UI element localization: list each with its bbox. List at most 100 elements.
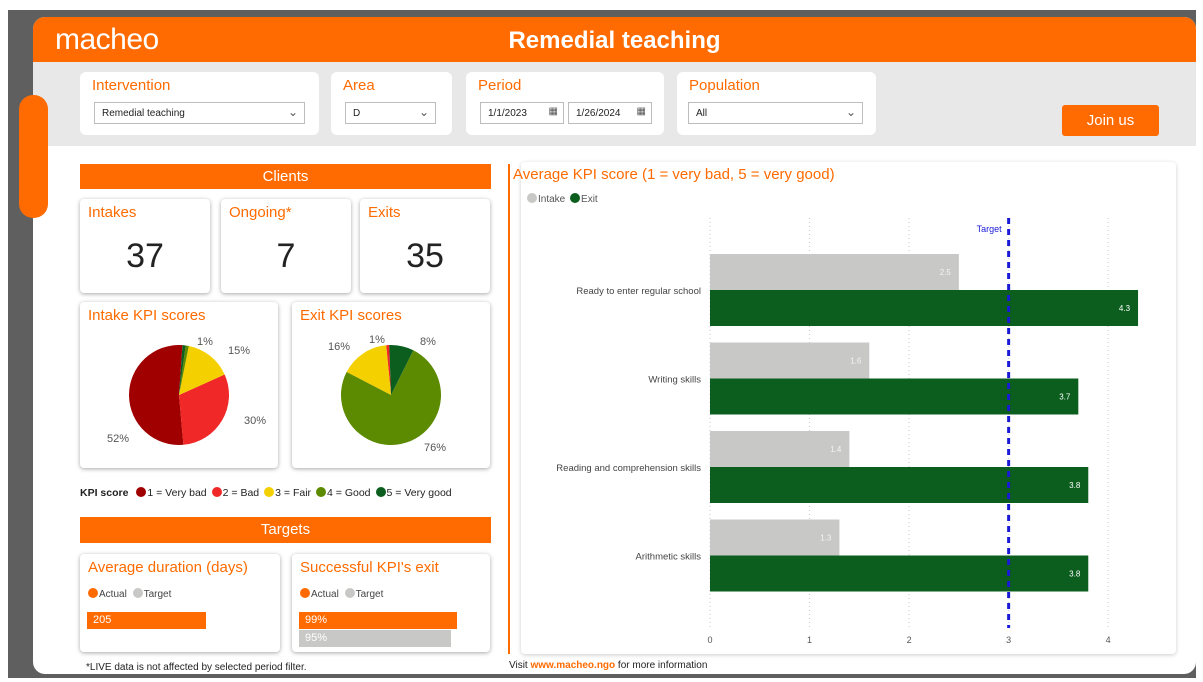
x-tick-label: 1 — [807, 635, 812, 645]
legend-dot — [375, 487, 386, 497]
targets-banner: Targets — [80, 517, 491, 543]
population-value: All — [696, 108, 708, 119]
duration-legend: Actual Target — [88, 588, 171, 600]
success-title: Successful KPI's exit — [300, 559, 439, 576]
pie-label: 76% — [424, 442, 447, 454]
intake-bar — [710, 254, 959, 290]
bar-value-label: 4.3 — [1119, 304, 1131, 313]
intervention-filter: Intervention Remedial teaching ⌄ — [80, 72, 319, 135]
page-title: Remedial teaching — [508, 27, 721, 54]
bar-value-label: 1.4 — [830, 445, 842, 454]
pie-label: 30% — [244, 415, 267, 427]
kpi-legend-item: 4 = Good — [316, 487, 371, 499]
intake-bar — [710, 431, 850, 467]
category-label: Writing skills — [648, 375, 701, 386]
legend-dot — [570, 193, 581, 203]
macheo-link[interactable]: www.macheo.ngo — [531, 660, 616, 671]
exit-bar — [710, 555, 1089, 592]
exits-value: 35 — [406, 237, 444, 275]
kpi-legend-item: 2 = Bad — [211, 487, 260, 499]
target-label: Target — [143, 589, 172, 600]
intervention-dropdown[interactable]: Remedial teaching ⌄ — [94, 102, 305, 124]
actual-label: Actual — [311, 589, 339, 600]
legend-dot — [527, 193, 537, 203]
bar-value-label: 3.7 — [1059, 393, 1071, 402]
bar-value-label: 3.8 — [1069, 481, 1081, 490]
kpi-legend-item: 5 = Very good — [375, 487, 452, 499]
calendar-icon[interactable]: ▦ — [637, 106, 646, 117]
kpi-legend-label: 1 = Very bad — [147, 487, 207, 499]
exit-bar — [710, 290, 1139, 326]
period-label: Period — [478, 77, 522, 94]
pie-slice — [129, 345, 184, 445]
pie-label: 8% — [420, 336, 436, 348]
category-label: Ready to enter regular school — [576, 286, 701, 297]
ongoing-value: 7 — [276, 237, 296, 275]
visit-suffix: for more information — [615, 660, 708, 671]
legend-dot — [132, 588, 143, 598]
period-filter: Period 1/1/2023 ▦ 1/26/2024 ▦ — [466, 72, 664, 135]
legend-exit: Exit — [581, 194, 598, 205]
exit-kpi-card: Exit KPI scores 1% 16% 8% 76% — [292, 302, 490, 468]
kpi-bar-chart: 0 1 2 3 4 Ready to enter regular school 2.5 4.3… — [556, 218, 1139, 645]
pie-label: 16% — [328, 341, 351, 353]
ongoing-label: Ongoing* — [229, 204, 292, 221]
category-label: Reading and comprehension skills — [556, 463, 701, 474]
duration-card: Average duration (days) Actual Target 20… — [80, 554, 280, 652]
live-data-note: *LIVE data is not affected by selected p… — [86, 662, 307, 673]
legend-dot — [136, 487, 147, 497]
intake-bar — [710, 342, 870, 379]
intake-kpi-card: Intake KPI scores 1% 15% 30% 52% — [80, 302, 278, 468]
target-label: Target — [355, 589, 384, 600]
kpi-legend-items: 1 = Very bad 2 = Bad 3 = Fair 4 = Good 5 = V… — [131, 487, 452, 499]
section-divider — [508, 164, 510, 654]
pie-label: 15% — [228, 345, 251, 357]
bar-value-label: 3.8 — [1069, 570, 1081, 579]
area-label: Area — [343, 77, 375, 94]
join-us-button[interactable]: Join us — [1062, 105, 1159, 136]
x-tick-label: 3 — [1006, 635, 1011, 645]
kpi-legend-label: 2 = Bad — [222, 487, 260, 499]
legend-dot — [316, 487, 327, 497]
legend-intake: Intake — [538, 194, 566, 205]
population-dropdown[interactable]: All ⌄ — [688, 102, 863, 124]
duration-actual-bar: 205 — [87, 612, 206, 629]
period-end-input[interactable]: 1/26/2024 ▦ — [568, 102, 652, 124]
period-start-input[interactable]: 1/1/2023 ▦ — [480, 102, 564, 124]
bar-value-label: 1.3 — [820, 534, 832, 543]
bar-value-label: 1.6 — [850, 357, 862, 366]
legend-dot — [344, 588, 355, 598]
area-filter: Area D ⌄ — [331, 72, 452, 135]
intakes-value: 37 — [126, 237, 164, 275]
population-label: Population — [689, 77, 760, 94]
exit-bar — [710, 378, 1079, 415]
chart-title: Average KPI score (1 = very bad, 5 = ver… — [513, 166, 835, 183]
legend-dot — [300, 588, 310, 598]
intakes-label: Intakes — [88, 204, 137, 221]
success-legend: Actual Target — [300, 588, 383, 600]
visit-prefix: Visit — [509, 660, 531, 671]
kpi-score-legend: KPI score 1 = Very bad 2 = Bad 3 = Fair 4 =… — [80, 487, 492, 503]
chevron-down-icon: ⌄ — [418, 105, 429, 119]
calendar-icon[interactable]: ▦ — [549, 106, 558, 117]
success-card: Successful KPI's exit Actual Target 99% … — [292, 554, 490, 652]
clients-banner: Clients — [80, 164, 491, 189]
population-filter: Population All ⌄ — [677, 72, 876, 135]
intervention-label: Intervention — [92, 77, 171, 94]
exit-bar — [710, 467, 1089, 503]
report-header: macheo Remedial teaching — [33, 17, 1196, 62]
pie-label: 52% — [107, 433, 130, 445]
target-label: Target — [977, 224, 1003, 234]
area-value: D — [353, 108, 361, 119]
exits-label: Exits — [368, 204, 401, 221]
actual-label: Actual — [99, 589, 127, 600]
x-tick-label: 0 — [707, 635, 712, 645]
kpi-legend-title: KPI score — [80, 487, 129, 499]
pie-label: 1% — [369, 334, 385, 346]
kpi-legend-label: 4 = Good — [327, 487, 371, 499]
category-label: Arithmetic skills — [636, 552, 702, 563]
exits-card: Exits 35 — [360, 199, 490, 293]
success-target-bar: 95% — [299, 630, 451, 647]
area-dropdown[interactable]: D ⌄ — [345, 102, 436, 124]
side-panel-toggle[interactable] — [19, 95, 48, 218]
